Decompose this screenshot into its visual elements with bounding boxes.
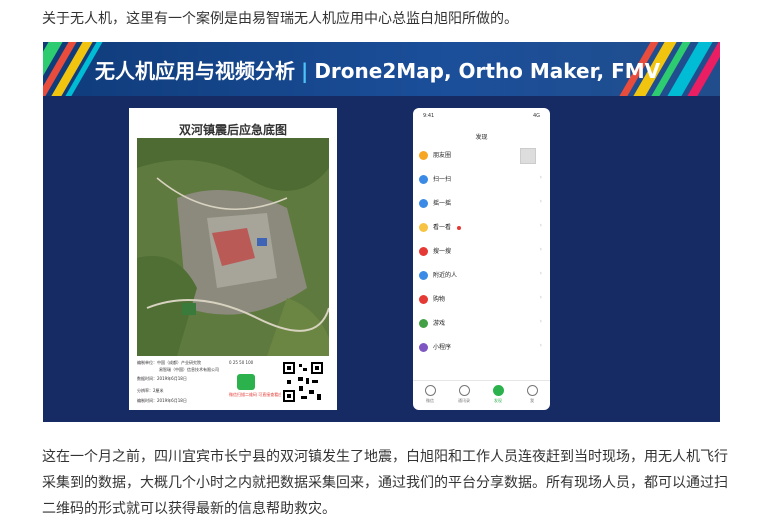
shake-icon (419, 199, 428, 208)
poster-info-line: 数据时间：2019年6月18日 (137, 376, 187, 381)
shop-icon (419, 295, 428, 304)
poster-info-line: 编制时间：2019年6月18日 (137, 398, 187, 403)
status-signal: 4G (532, 113, 540, 119)
poster-info-line: 分辨率：2厘米 (137, 388, 164, 393)
chevron-right-icon: › (539, 342, 542, 349)
discover-item-miniprogram[interactable]: 小程序 › (413, 336, 550, 360)
discover-icon (492, 385, 504, 396)
nearby-icon (419, 271, 428, 280)
look-icon (419, 223, 428, 232)
me-icon (526, 385, 538, 396)
miniprogram-icon (419, 343, 428, 352)
notification-dot (457, 226, 461, 230)
scan-icon (419, 175, 428, 184)
contacts-icon (458, 385, 470, 396)
scale-bar: 0 25 50 100 (229, 360, 254, 365)
status-time: 9:41 (423, 113, 435, 119)
bottom-tab-bar: 微信 通讯录 发现 我 (413, 380, 550, 411)
aerial-map (137, 138, 329, 356)
chat-icon (424, 385, 436, 396)
slide-title-en: Drone2Map, Ortho Maker, FMV (314, 59, 661, 83)
slide-title: 无人机应用与视频分析 | Drone2Map, Ortho Maker, FMV (95, 55, 660, 84)
tab-chats[interactable]: 微信 (413, 385, 447, 404)
chevron-right-icon: › (539, 198, 542, 205)
phone-status-bar: 9:41 4G (423, 113, 540, 121)
slide-image: 无人机应用与视频分析 | Drone2Map, Ortho Maker, FMV 双… (43, 42, 720, 422)
tab-contacts[interactable]: 通讯录 (447, 385, 481, 404)
discover-title: 发现 (475, 134, 488, 141)
discover-item-shop[interactable]: 购物 › (413, 288, 550, 312)
slide-title-band: 无人机应用与视频分析 | Drone2Map, Ortho Maker, FMV (43, 42, 720, 96)
discover-item-shake[interactable]: 摇一摇 › (413, 192, 550, 216)
phone-screenshot: 9:41 4G 发现 朋友圈 扫一扫 › 摇一摇 › 看一看 › 搜一搜 › 附… (413, 108, 550, 410)
poster-info-line: 编制单位：中国（成都）产业研究院 (137, 360, 201, 365)
discover-item-search[interactable]: 搜一搜 › (413, 240, 550, 264)
body-paragraph: 这在一个月之前，四川宜宾市长宁县的双河镇发生了地震，白旭阳和工作人员连夜赶到当时… (42, 449, 728, 517)
qr-code (281, 360, 325, 404)
chevron-right-icon: › (539, 318, 542, 325)
avatar (520, 148, 536, 164)
tab-discover[interactable]: 发现 (481, 385, 515, 404)
discover-item-game[interactable]: 游戏 › (413, 312, 550, 336)
discover-item-look[interactable]: 看一看 › (413, 216, 550, 240)
game-icon (419, 319, 428, 328)
chevron-right-icon: › (539, 222, 542, 229)
intro-text: 关于无人机，这里有一个案例是由易智瑞无人机应用中心总监白旭阳所做的。 (42, 11, 518, 27)
poster-info-line: 易智瑞（中国）信息技术有限公司 (159, 367, 219, 372)
discover-item-scan[interactable]: 扫一扫 › (413, 168, 550, 192)
chevron-right-icon: › (539, 270, 542, 277)
chevron-right-icon: › (539, 174, 542, 181)
chevron-right-icon: › (539, 246, 542, 253)
slide-title-separator: | (301, 59, 309, 83)
chevron-right-icon: › (539, 294, 542, 301)
emergency-map-poster: 双河镇震后应急底图 编制单位：中国（成都）产业研究院 易智瑞（中国）信息技术有限… (129, 108, 337, 410)
moments-icon (419, 151, 428, 160)
discover-item-nearby[interactable]: 附近的人 › (413, 264, 550, 288)
slide-title-cn: 无人机应用与视频分析 (95, 59, 295, 83)
search-icon (419, 247, 428, 256)
discover-item-moments[interactable]: 朋友圈 (413, 144, 550, 168)
poster-title: 双河镇震后应急底图 (178, 123, 287, 137)
wechat-logo-icon (237, 374, 255, 390)
tab-me[interactable]: 我 (515, 385, 549, 404)
